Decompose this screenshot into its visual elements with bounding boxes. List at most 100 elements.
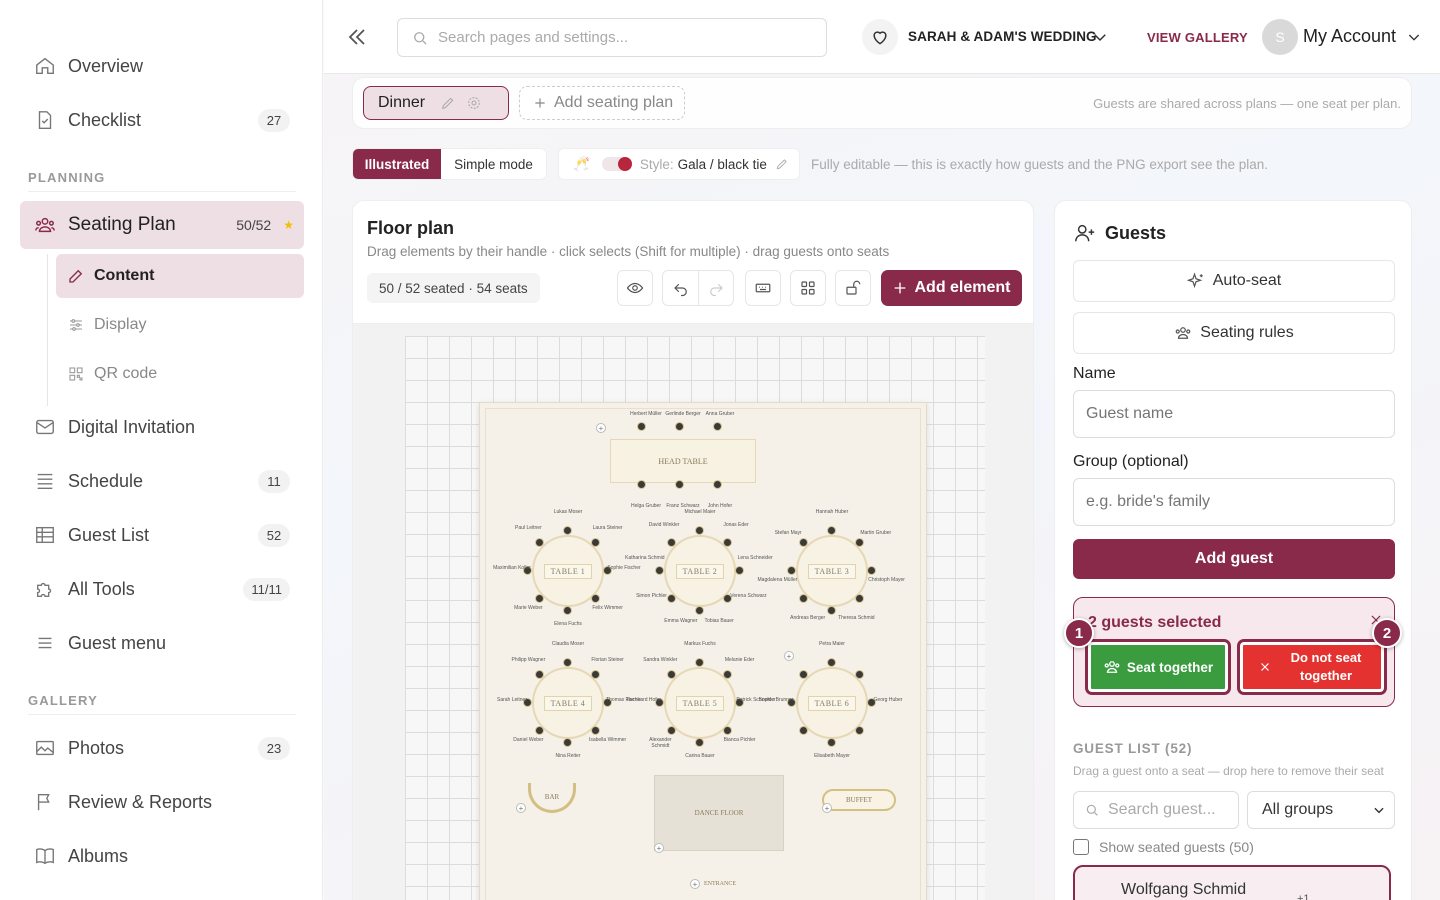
checkbox[interactable] [1073,839,1089,855]
undo-icon[interactable] [662,270,698,306]
seat-marker[interactable] [534,594,544,604]
add-handle-icon[interactable]: + [822,803,832,813]
style-selector[interactable]: 🥂 Style: Gala / black tie [558,148,800,180]
grid-icon[interactable] [790,270,826,306]
seat-marker[interactable] [798,669,808,679]
seat-marker[interactable] [637,422,646,431]
seat-marker[interactable] [855,669,865,679]
pencil-icon[interactable] [439,94,457,112]
seat-marker[interactable] [827,606,836,615]
seat-marker[interactable] [798,726,808,736]
seat-marker[interactable] [723,537,733,547]
seat-marker[interactable] [534,537,544,547]
unlock-icon[interactable] [835,270,871,306]
gear-icon[interactable] [465,94,483,112]
do-not-seat-together-button[interactable]: Do not seat together [1237,639,1387,695]
sidebar-item-photos[interactable]: Photos 23 [20,726,304,770]
global-search-input[interactable]: Search pages and settings... [397,18,827,57]
pencil-icon[interactable] [775,157,789,171]
seat-marker[interactable] [827,658,836,667]
floor-canvas[interactable]: Herbert Müller Gerlinde Berger Anna Grub… [353,323,1033,900]
add-handle-icon[interactable]: + [654,843,664,853]
seating-rules-button[interactable]: Seating rules [1073,312,1395,354]
seat-marker[interactable] [695,606,704,615]
seat-marker[interactable] [563,738,572,747]
view-gallery-link[interactable]: VIEW GALLERY [1147,30,1248,45]
seat-marker[interactable] [675,422,684,431]
group-filter-select[interactable]: All groups [1247,791,1395,829]
seat-marker[interactable] [637,480,646,489]
seat-marker[interactable] [695,738,704,747]
chevron-down-icon[interactable] [1404,26,1424,48]
seat-marker[interactable] [827,738,836,747]
style-toggle[interactable] [601,157,632,171]
floor-paper[interactable]: Herbert Müller Gerlinde Berger Anna Grub… [479,402,927,900]
head-table[interactable]: HEAD TABLE [610,439,756,483]
seat-marker[interactable] [695,526,704,535]
list-item[interactable]: Wolfgang Schmid +1 [1073,865,1391,900]
sidebar-item-checklist[interactable]: Checklist 27 [20,98,304,142]
sub-item-qr-code[interactable]: QR code [56,352,304,396]
seat-marker[interactable] [534,669,544,679]
seat-marker[interactable] [534,726,544,736]
mode-simple[interactable]: Simple mode [441,149,546,179]
sidebar-item-all-tools[interactable]: All Tools 11/11 [20,567,304,611]
seat-marker[interactable] [563,658,572,667]
seat-marker[interactable] [787,566,796,575]
sub-item-display[interactable]: Display [56,303,304,347]
add-handle-icon[interactable]: + [596,423,606,433]
add-seating-plan-button[interactable]: Add seating plan [519,86,685,120]
seat-marker[interactable] [666,726,676,736]
seat-marker[interactable] [563,526,572,535]
sidebar-item-albums[interactable]: Albums [20,834,304,878]
buffet-element[interactable]: BUFFET [822,789,896,811]
sidebar-item-guest-menu[interactable]: Guest menu [20,621,304,665]
sidebar-item-overview[interactable]: Overview [20,44,304,88]
avatar[interactable]: S [1262,19,1298,55]
chevron-down-icon[interactable] [1089,26,1111,48]
collapse-sidebar-icon[interactable] [344,24,370,50]
heart-icon[interactable] [862,19,898,55]
seat-marker[interactable] [855,537,865,547]
show-seated-checkbox[interactable]: Show seated guests (50) [1073,839,1254,855]
sidebar-item-schedule[interactable]: Schedule 11 [20,459,304,503]
seat-marker[interactable] [666,669,676,679]
guest-name-input[interactable] [1073,390,1395,438]
sidebar-item-seating-plan[interactable]: Seating Plan 50/52 ★ [20,201,304,249]
seat-marker[interactable] [675,480,684,489]
seat-marker[interactable] [655,566,664,575]
sidebar-item-digital-invitation[interactable]: Digital Invitation [20,405,304,449]
auto-seat-button[interactable]: Auto-seat [1073,260,1395,302]
seat-marker[interactable] [735,566,744,575]
event-selector[interactable]: SARAH & ADAM'S WEDDING [908,29,1097,44]
seat-marker[interactable] [867,566,876,575]
seat-marker[interactable] [563,606,572,615]
seat-marker[interactable] [695,658,704,667]
redo-icon[interactable] [698,270,734,306]
sidebar-item-review-reports[interactable]: Review & Reports [20,780,304,824]
add-handle-icon[interactable]: + [784,651,794,661]
keyboard-icon[interactable] [745,270,781,306]
dance-floor[interactable]: DANCE FLOOR [654,775,784,851]
eye-icon[interactable] [617,270,653,306]
seat-marker[interactable] [798,537,808,547]
seat-marker[interactable] [827,526,836,535]
seat-together-button[interactable]: Seat together [1085,639,1231,695]
sidebar-item-guest-list[interactable]: Guest List 52 [20,513,304,557]
guest-search-input[interactable]: Search guest... [1073,791,1239,829]
seat-marker[interactable] [666,537,676,547]
add-handle-icon[interactable]: + [516,803,526,813]
sub-item-content[interactable]: Content [56,254,304,298]
seat-marker[interactable] [713,422,722,431]
add-handle-icon[interactable]: + [690,879,700,889]
group-input[interactable] [1073,478,1395,526]
add-element-button[interactable]: Add element [881,270,1022,306]
seat-marker[interactable] [591,669,601,679]
seat-marker[interactable] [723,669,733,679]
add-guest-button[interactable]: Add guest [1073,539,1395,579]
account-menu[interactable]: My Account [1303,26,1396,47]
plan-tab-dinner[interactable]: Dinner [363,86,509,120]
seat-marker[interactable] [591,537,601,547]
mode-illustrated[interactable]: Illustrated [353,149,441,179]
seat-marker[interactable] [798,594,808,604]
